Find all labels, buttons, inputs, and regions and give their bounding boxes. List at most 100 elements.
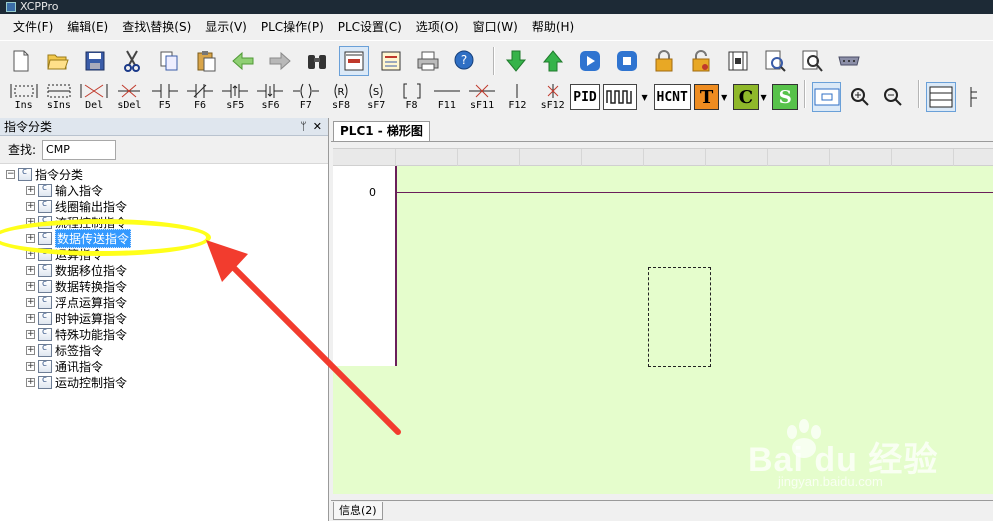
- tree-item[interactable]: + 时钟运算指令: [0, 310, 328, 326]
- menu-options[interactable]: 选项(O): [409, 16, 466, 38]
- upload-button[interactable]: [538, 46, 568, 76]
- vline-button[interactable]: F12: [500, 80, 535, 114]
- expand-icon[interactable]: +: [26, 297, 35, 307]
- search-doc-button[interactable]: [760, 46, 790, 76]
- serial-port-icon: [838, 56, 860, 65]
- svg-text:S: S: [373, 87, 379, 98]
- tree-item[interactable]: + 特殊功能指令: [0, 326, 328, 342]
- new-file-button[interactable]: [6, 46, 36, 76]
- edit-cursor[interactable]: [648, 267, 711, 367]
- tree-item[interactable]: + 浮点运算指令: [0, 294, 328, 310]
- undo-button[interactable]: [228, 46, 258, 76]
- step-button[interactable]: S: [772, 84, 798, 110]
- ladder-view-button[interactable]: [339, 45, 369, 76]
- run-icon: [580, 50, 600, 71]
- close-icon[interactable]: ✕: [313, 120, 322, 133]
- paste-button[interactable]: [191, 46, 221, 76]
- expand-icon[interactable]: +: [26, 361, 35, 371]
- collapse-icon[interactable]: −: [6, 169, 15, 179]
- category-icon: [38, 343, 52, 357]
- instruction-button[interactable]: F8: [394, 80, 429, 114]
- copy-button[interactable]: [154, 46, 184, 76]
- sins-button[interactable]: sIns: [41, 80, 76, 114]
- expand-icon[interactable]: +: [26, 201, 35, 211]
- run-button[interactable]: [575, 46, 605, 76]
- tab-plc1-ladder[interactable]: PLC1 - 梯形图: [333, 121, 430, 141]
- download-button[interactable]: [501, 46, 531, 76]
- tree-item[interactable]: + 数据转换指令: [0, 278, 328, 294]
- menu-find-replace[interactable]: 查找\替换(S): [115, 16, 198, 38]
- ladder-grid-button[interactable]: [926, 82, 956, 112]
- delete-vline-button[interactable]: sF12: [535, 80, 570, 114]
- pulse-icon: [605, 90, 632, 104]
- tree-item[interactable]: + 标签指令: [0, 342, 328, 358]
- tree-item[interactable]: + 数据移位指令: [0, 262, 328, 278]
- instruction-bracket-icon: [403, 83, 421, 99]
- find-button[interactable]: [302, 46, 332, 76]
- menu-edit[interactable]: 编辑(E): [60, 16, 115, 38]
- help-button[interactable]: ?: [450, 46, 480, 76]
- tree-item[interactable]: + 通讯指令: [0, 358, 328, 374]
- ladder-ruler-button[interactable]: [960, 82, 989, 112]
- menu-plc-operation[interactable]: PLC操作(P): [254, 16, 331, 38]
- cut-button[interactable]: [117, 46, 147, 76]
- monitor-button[interactable]: [723, 46, 753, 76]
- pulse-button[interactable]: [602, 84, 637, 110]
- expand-icon[interactable]: +: [26, 377, 35, 387]
- pulse-dropdown-arrow[interactable]: ▼: [640, 84, 650, 110]
- comment-toggle-button[interactable]: [811, 82, 842, 112]
- save-button[interactable]: [80, 46, 110, 76]
- menu-file[interactable]: 文件(F): [6, 16, 60, 38]
- tab-info[interactable]: 信息(2): [333, 502, 383, 520]
- del-button[interactable]: Del: [77, 80, 112, 114]
- tree-root[interactable]: − 指令分类: [0, 166, 328, 182]
- counter-dropdown-arrow[interactable]: ▼: [759, 84, 769, 110]
- reset-coil-button[interactable]: RsF8: [323, 80, 358, 114]
- ins-button[interactable]: Ins: [6, 80, 41, 114]
- expand-icon[interactable]: +: [26, 329, 35, 339]
- menu-window[interactable]: 窗口(W): [466, 16, 525, 38]
- expand-icon[interactable]: +: [26, 265, 35, 275]
- expand-icon[interactable]: +: [26, 313, 35, 323]
- download-arrow-icon: [505, 50, 527, 72]
- timer-dropdown-arrow[interactable]: ▼: [719, 84, 729, 110]
- falling-contact-button[interactable]: sF6: [253, 80, 288, 114]
- search-input[interactable]: [42, 139, 117, 160]
- tree-item[interactable]: + 线圈输出指令: [0, 198, 328, 214]
- instruction-list-button[interactable]: [376, 46, 406, 76]
- tree-item[interactable]: + 运动控制指令: [0, 374, 328, 390]
- open-button[interactable]: [43, 46, 73, 76]
- no-contact-button[interactable]: F5: [147, 80, 182, 114]
- zoom-out-button[interactable]: [879, 82, 908, 112]
- timer-button[interactable]: T: [693, 84, 720, 110]
- lock-button[interactable]: [649, 46, 679, 76]
- menu-help[interactable]: 帮助(H): [525, 16, 581, 38]
- stop-button[interactable]: [612, 46, 642, 76]
- ruler-tick: [829, 149, 830, 166]
- counter-button[interactable]: C: [733, 84, 759, 110]
- expand-icon[interactable]: +: [26, 281, 35, 291]
- delete-hline-button[interactable]: sF11: [464, 80, 499, 114]
- print-button[interactable]: [413, 46, 443, 76]
- rising-contact-button[interactable]: sF5: [218, 80, 253, 114]
- info-bar: 信息(2): [331, 500, 993, 521]
- zoom-doc-button[interactable]: [797, 46, 827, 76]
- serial-port-button[interactable]: [834, 46, 864, 76]
- tree-item[interactable]: + 输入指令: [0, 182, 328, 198]
- expand-icon[interactable]: +: [26, 345, 35, 355]
- expand-icon[interactable]: +: [26, 185, 35, 195]
- hcnt-button[interactable]: HCNT: [653, 84, 691, 110]
- pin-icon[interactable]: ᛘ: [300, 120, 307, 133]
- hline-button[interactable]: F11: [429, 80, 464, 114]
- unlock-icon: [692, 49, 710, 71]
- sdel-button[interactable]: sDel: [112, 80, 147, 114]
- coil-button[interactable]: F7: [288, 80, 323, 114]
- pid-button[interactable]: PID: [570, 84, 600, 110]
- redo-button[interactable]: [265, 46, 295, 76]
- zoom-in-button[interactable]: [845, 82, 874, 112]
- unlock-button[interactable]: [686, 46, 716, 76]
- set-coil-button[interactable]: SsF7: [359, 80, 394, 114]
- nc-contact-button[interactable]: F6: [182, 80, 217, 114]
- menu-view[interactable]: 显示(V): [198, 16, 254, 38]
- menu-plc-settings[interactable]: PLC设置(C): [331, 16, 409, 38]
